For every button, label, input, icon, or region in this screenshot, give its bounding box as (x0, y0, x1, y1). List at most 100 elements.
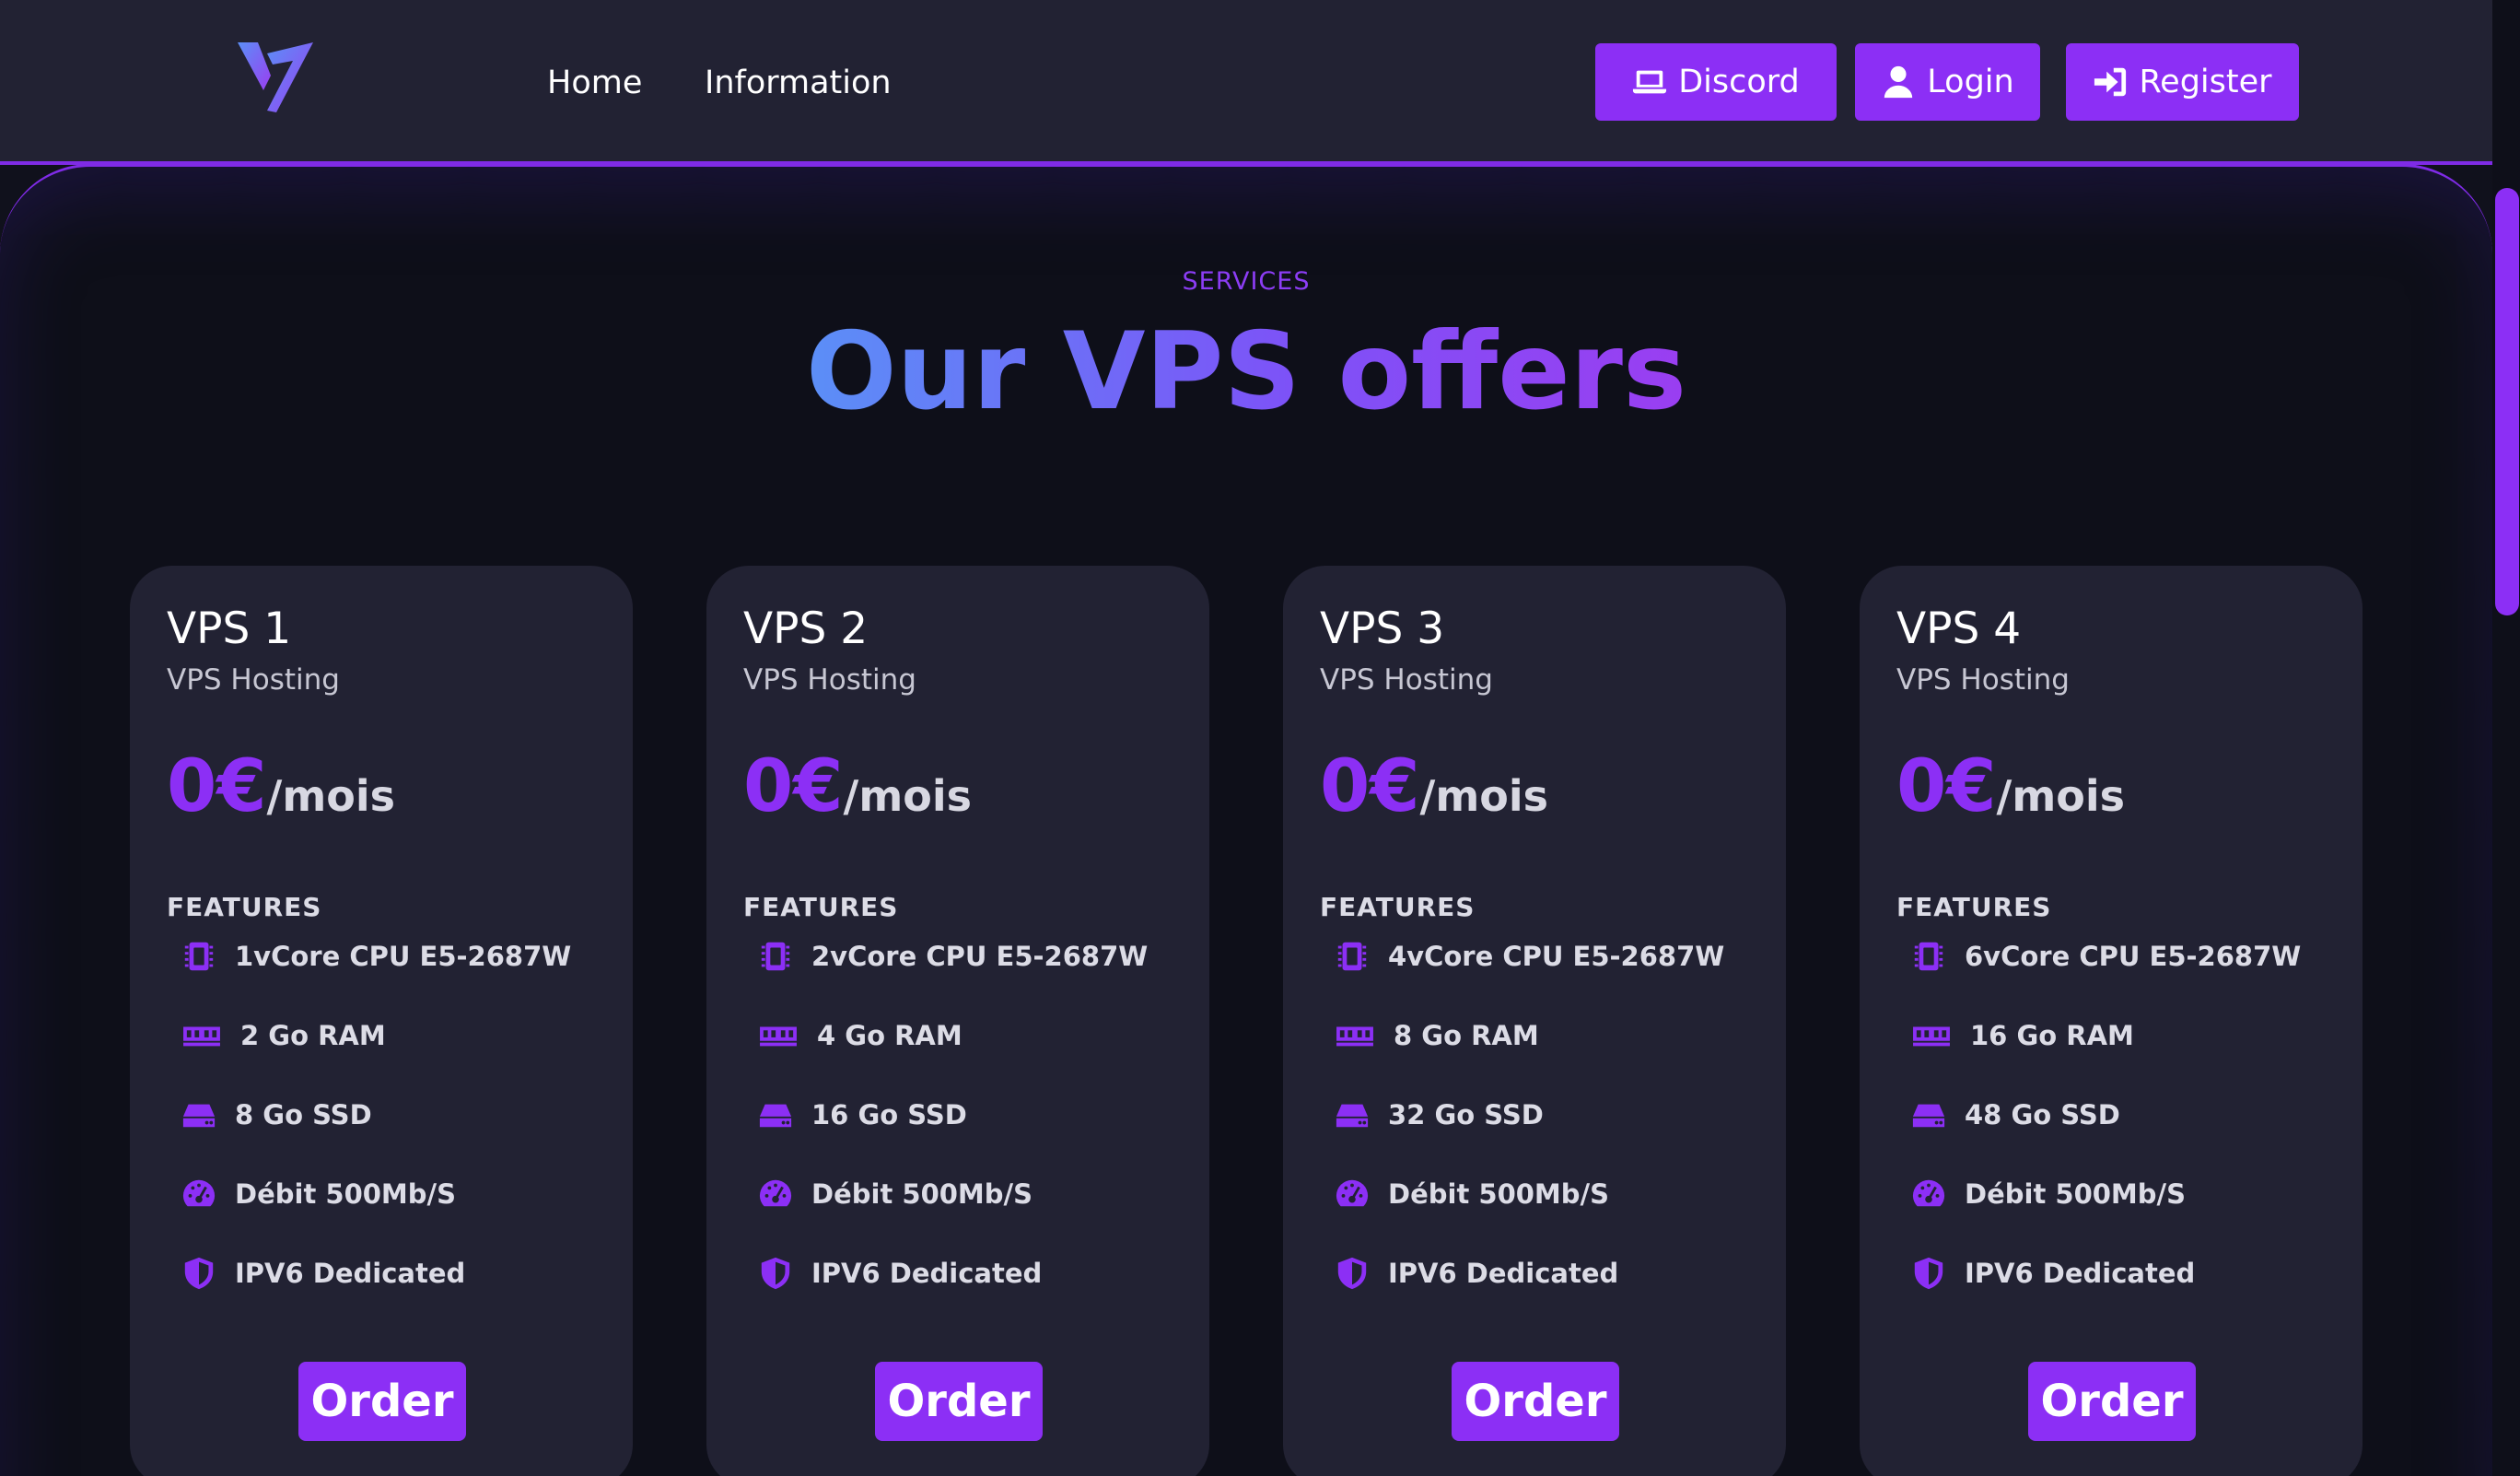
order-button-3[interactable]: Order (1452, 1362, 1619, 1441)
price-unit: /mois (1996, 771, 2126, 821)
hdd-icon (1912, 1104, 1945, 1128)
feature-item: 2 Go RAM (181, 1015, 386, 1056)
feature-text: 8 Go RAM (1394, 1020, 1539, 1051)
features-label: FEATURES (743, 892, 899, 922)
feature-item: 6vCore CPU E5-2687W (1911, 936, 2301, 977)
features-label: FEATURES (167, 892, 322, 922)
section-title: Our VPS offers (0, 308, 2492, 437)
feature-text: 16 Go RAM (1970, 1020, 2134, 1051)
discord-button-label: Discord (1678, 64, 1800, 100)
plan-subtitle: VPS Hosting (743, 663, 916, 697)
page: Home Information Discord Login Register (0, 0, 2520, 1476)
scrollbar-thumb[interactable] (2495, 188, 2519, 615)
shield-icon (184, 1257, 214, 1290)
feature-text: IPV6 Dedicated (1965, 1258, 2196, 1289)
login-button-label: Login (1927, 64, 2014, 100)
feature-text: 6vCore CPU E5-2687W (1965, 941, 2302, 972)
section-title-text: Our VPS offers (805, 310, 1687, 434)
feature-item: 1vCore CPU E5-2687W (181, 936, 571, 977)
plan-name: VPS 1 (167, 603, 292, 654)
navbar: Home Information Discord Login Register (0, 0, 2492, 165)
feature-text: 1vCore CPU E5-2687W (235, 941, 572, 972)
order-button-2[interactable]: Order (875, 1362, 1043, 1441)
feature-text: 48 Go SSD (1965, 1099, 2120, 1130)
feature-item: 8 Go SSD (181, 1095, 372, 1135)
plan-price: 0€/mois (167, 743, 395, 840)
feature-item: 4vCore CPU E5-2687W (1335, 936, 1724, 977)
sign-in-icon (2094, 67, 2127, 97)
register-button-label: Register (2139, 64, 2272, 100)
feature-text: Débit 500Mb/S (811, 1178, 1033, 1210)
feature-item: Débit 500Mb/S (181, 1174, 456, 1214)
price-amount: 0€ (1896, 745, 1997, 828)
feature-item: 8 Go RAM (1335, 1015, 1539, 1056)
discord-button[interactable]: Discord (1595, 43, 1837, 121)
feature-item: Débit 500Mb/S (1911, 1174, 2186, 1214)
feature-text: IPV6 Dedicated (235, 1258, 466, 1289)
plan-name: VPS 2 (743, 603, 869, 654)
feature-item: 2vCore CPU E5-2687W (758, 936, 1148, 977)
feature-text: 4 Go RAM (817, 1020, 962, 1051)
speedometer-icon (1336, 1179, 1369, 1207)
cpu-icon (1337, 942, 1367, 971)
shield-icon (761, 1257, 790, 1290)
feature-text: 16 Go SSD (811, 1099, 967, 1130)
hdd-icon (1336, 1104, 1369, 1128)
feature-item: Débit 500Mb/S (1335, 1174, 1609, 1214)
order-button-1[interactable]: Order (298, 1362, 466, 1441)
pricing-card-2: VPS 2 VPS Hosting 0€/mois FEATURES 2vCor… (706, 566, 1209, 1476)
speedometer-icon (759, 1179, 792, 1207)
memory-icon (1336, 1026, 1373, 1047)
laptop-icon (1633, 70, 1667, 94)
feature-item: 16 Go RAM (1911, 1015, 2134, 1056)
user-icon (1884, 65, 1913, 99)
shield-icon (1914, 1257, 1943, 1290)
feature-item: IPV6 Dedicated (1911, 1253, 2195, 1294)
logo-icon[interactable] (236, 39, 313, 116)
feature-text: IPV6 Dedicated (1388, 1258, 1619, 1289)
cpu-icon (761, 942, 790, 971)
cpu-icon (1914, 942, 1943, 971)
price-amount: 0€ (167, 745, 267, 828)
feature-text: 8 Go SSD (235, 1099, 372, 1130)
plan-price: 0€/mois (743, 743, 972, 840)
feature-item: IPV6 Dedicated (1335, 1253, 1618, 1294)
feature-text: IPV6 Dedicated (811, 1258, 1043, 1289)
price-unit: /mois (1419, 771, 1549, 821)
price-amount: 0€ (1320, 745, 1420, 828)
order-button-4[interactable]: Order (2028, 1362, 2196, 1441)
register-button[interactable]: Register (2066, 43, 2299, 121)
plan-subtitle: VPS Hosting (167, 663, 340, 697)
feature-item: IPV6 Dedicated (181, 1253, 465, 1294)
feature-text: Débit 500Mb/S (1965, 1178, 2187, 1210)
shield-icon (1337, 1257, 1367, 1290)
feature-item: 48 Go SSD (1911, 1095, 2120, 1135)
feature-text: 2vCore CPU E5-2687W (811, 941, 1149, 972)
memory-icon (1913, 1026, 1950, 1047)
speedometer-icon (1912, 1179, 1945, 1207)
plan-price: 0€/mois (1896, 743, 2125, 840)
price-unit: /mois (843, 771, 973, 821)
feature-item: 16 Go SSD (758, 1095, 967, 1135)
plan-subtitle: VPS Hosting (1320, 663, 1493, 697)
feature-text: 4vCore CPU E5-2687W (1388, 941, 1725, 972)
nav-link-home[interactable]: Home (547, 63, 642, 103)
features-label: FEATURES (1896, 892, 2052, 922)
feature-item: 32 Go SSD (1335, 1095, 1544, 1135)
speedometer-icon (182, 1179, 216, 1207)
pricing-card-4: VPS 4 VPS Hosting 0€/mois FEATURES 6vCor… (1860, 566, 2362, 1476)
price-amount: 0€ (743, 745, 844, 828)
features-label: FEATURES (1320, 892, 1476, 922)
feature-item: Débit 500Mb/S (758, 1174, 1032, 1214)
price-unit: /mois (266, 771, 396, 821)
feature-text: 2 Go RAM (240, 1020, 386, 1051)
hdd-icon (759, 1104, 792, 1128)
cpu-icon (184, 942, 214, 971)
section-eyebrow: SERVICES (1182, 267, 1311, 296)
nav-link-information[interactable]: Information (705, 63, 892, 103)
plan-name: VPS 3 (1320, 603, 1445, 654)
pricing-card-3: VPS 3 VPS Hosting 0€/mois FEATURES 4vCor… (1283, 566, 1786, 1476)
memory-icon (760, 1026, 797, 1047)
feature-item: IPV6 Dedicated (758, 1253, 1042, 1294)
login-button[interactable]: Login (1855, 43, 2040, 121)
